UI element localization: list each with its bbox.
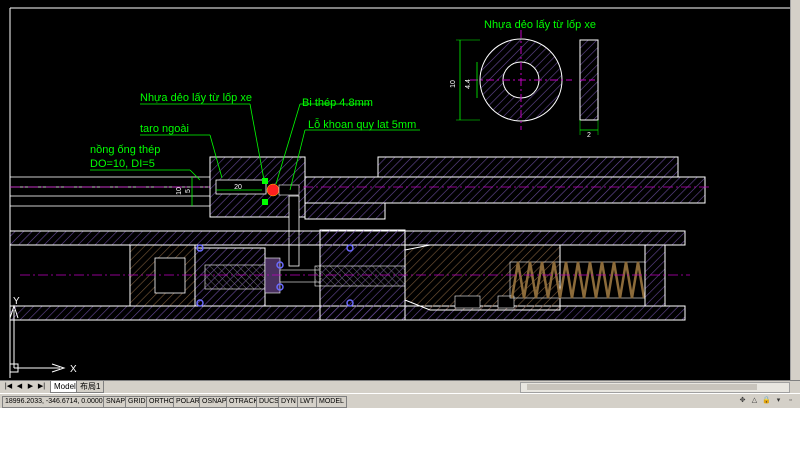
drill-hole-label: Lỗ khoan quy lat 5mm: [308, 118, 416, 131]
tube-dims-label: DO=10, DI=5: [90, 158, 155, 170]
annotation-scale-icon[interactable]: △: [750, 396, 759, 405]
tube-length-dim: 20: [234, 184, 242, 191]
coordinate-readout: 18996.2033, -346.6714, 0.0000: [2, 396, 106, 408]
washer-inner-dim: 4.4: [465, 79, 472, 89]
horizontal-scrollbar[interactable]: [520, 382, 790, 393]
washer-thickness-dim: 2: [587, 132, 591, 139]
plastic-label-left: Nhựa dẻo lấy từ lốp xe: [140, 92, 252, 104]
washer-detail: [456, 30, 599, 135]
pan-icon[interactable]: ✥: [738, 396, 747, 405]
next-tab-button[interactable]: ▶: [26, 382, 35, 391]
prev-tab-button[interactable]: ◀: [15, 382, 24, 391]
layout-tab-bar: |◀ ◀ ▶ ▶| Model 布局1: [0, 380, 800, 393]
menu-arrow-icon[interactable]: ▾: [774, 396, 783, 405]
ucs-y-label: Y: [13, 296, 20, 307]
lwt-toggle[interactable]: LWT: [297, 396, 318, 408]
dyn-toggle[interactable]: DYN: [278, 396, 299, 408]
model-toggle[interactable]: MODEL: [316, 396, 347, 408]
steel-tube-label: nồng ống thép: [90, 144, 160, 156]
first-tab-button[interactable]: |◀: [4, 382, 13, 391]
grid-toggle[interactable]: GRID: [125, 396, 149, 408]
thread-label: taro ngoài: [140, 123, 189, 135]
washer-outer-dim: 10: [450, 80, 457, 88]
tube-inner-dim: 5: [185, 189, 192, 193]
drawing-area[interactable]: 10 4.4 2 Nhựa dẻo lấy từ lốp xe Nhựa dẻo…: [0, 0, 800, 380]
tube-outer-dim: 10: [176, 187, 183, 195]
status-bar: 18996.2033, -346.6714, 0.0000 SNAP GRID …: [0, 393, 800, 408]
ucs-x-label: X: [70, 364, 77, 375]
steel-ball-label: Bi thép 4.8mm: [302, 97, 373, 109]
clean-screen-icon[interactable]: ▫: [786, 396, 795, 405]
horizontal-scroll-thumb[interactable]: [527, 384, 757, 390]
osnap-toggle[interactable]: OSNAP: [199, 396, 230, 408]
lock-icon[interactable]: 🔒: [762, 396, 771, 405]
tab-layout1[interactable]: 布局1: [76, 381, 105, 393]
assembly-section: [9, 156, 710, 321]
vertical-scrollbar[interactable]: [790, 0, 800, 380]
plastic-label-top: Nhựa dẻo lấy từ lốp xe: [484, 19, 596, 31]
last-tab-button[interactable]: ▶|: [37, 382, 46, 391]
